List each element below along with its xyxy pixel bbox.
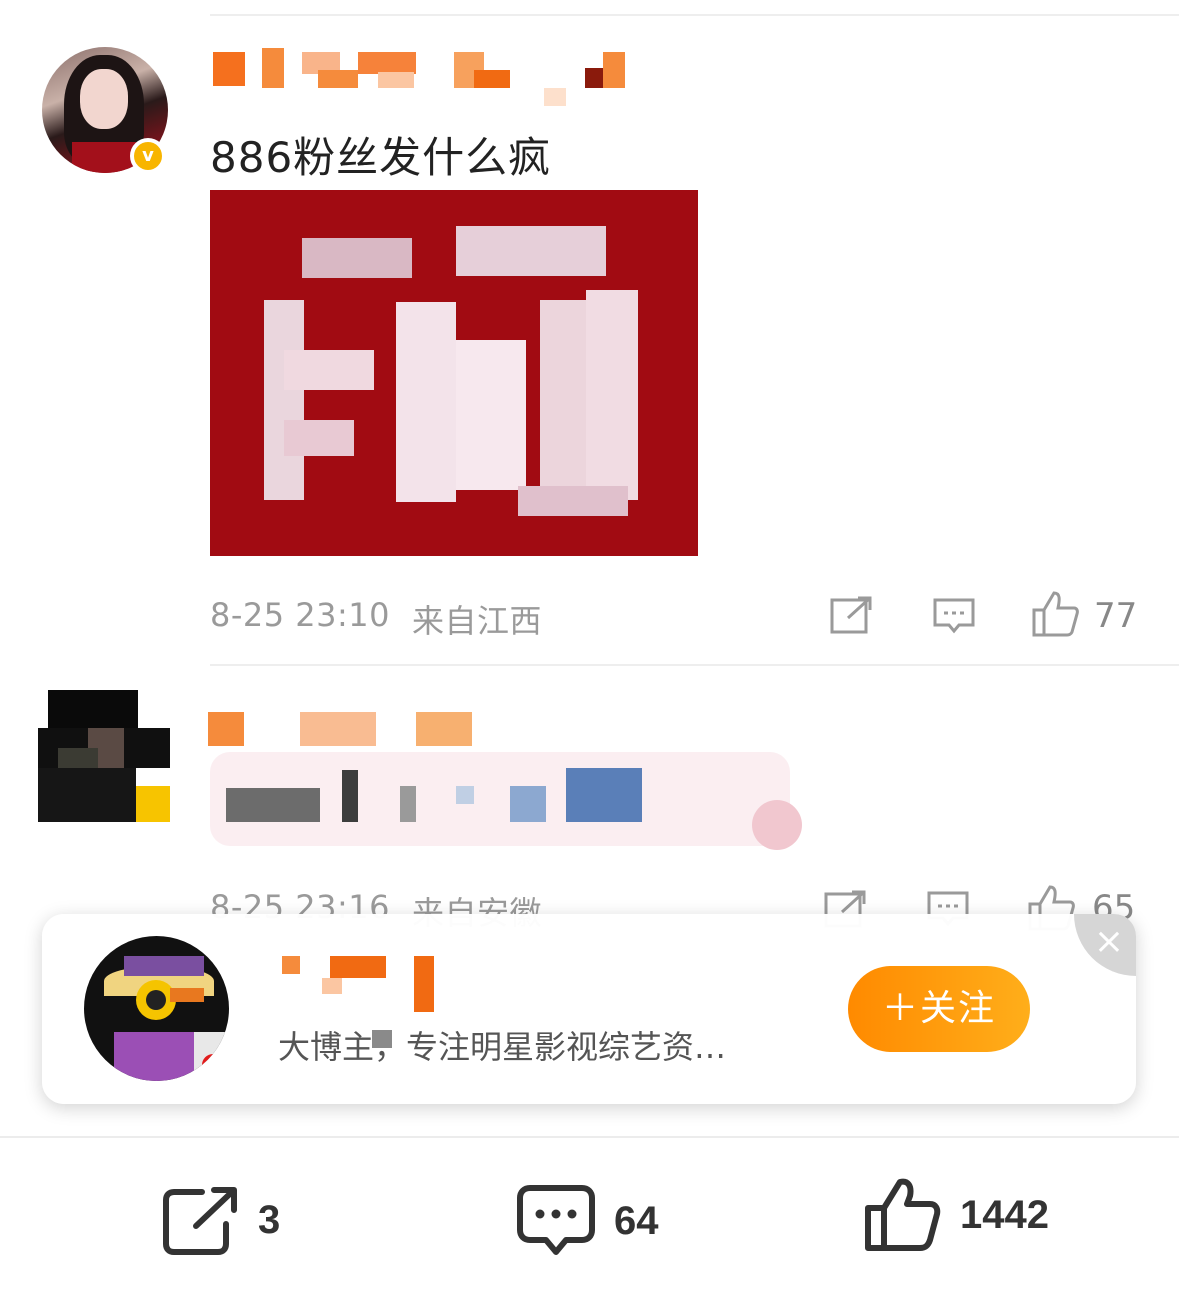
close-button[interactable]: × bbox=[1074, 914, 1136, 976]
repost-button[interactable]: 3 bbox=[162, 1184, 280, 1256]
close-icon: × bbox=[1093, 921, 1124, 962]
like-count: 77 bbox=[1094, 596, 1138, 636]
repost-icon bbox=[163, 1187, 237, 1255]
comment-icon bbox=[517, 1185, 595, 1255]
repost-count: 3 bbox=[258, 1197, 281, 1242]
like-count: 1442 bbox=[960, 1192, 1049, 1237]
verified-badge-icon: v bbox=[130, 138, 166, 174]
follow-button[interactable]: ＋关注 bbox=[848, 966, 1030, 1052]
comment-button[interactable]: 64 bbox=[516, 1184, 659, 1258]
comment-timestamp: 8-25 23:10 bbox=[210, 596, 391, 634]
comment-text: 886粉丝发什么疯 bbox=[210, 133, 552, 182]
like-button[interactable] bbox=[1030, 590, 1080, 638]
bottom-action-bar: 3 64 1442 bbox=[0, 1136, 1179, 1309]
repost-button[interactable] bbox=[830, 596, 874, 636]
avatar[interactable] bbox=[38, 690, 170, 822]
divider-top bbox=[210, 14, 1179, 16]
repost-icon bbox=[830, 596, 872, 634]
comment-location: 来自江西 bbox=[412, 602, 543, 640]
account-description: 大博主，专注明星影视综艺资… bbox=[278, 1028, 727, 1066]
comment-icon bbox=[933, 598, 975, 634]
like-button[interactable]: 1442 bbox=[862, 1176, 1049, 1254]
comment-image[interactable] bbox=[210, 190, 698, 556]
follow-suggestion-card: × 大博主，专注明星影视综艺资… ＋关注 bbox=[42, 914, 1136, 1104]
divider bbox=[210, 664, 1179, 666]
reply-button[interactable] bbox=[932, 597, 976, 635]
comment-count: 64 bbox=[614, 1198, 659, 1243]
like-icon bbox=[865, 1178, 941, 1251]
like-icon bbox=[1032, 591, 1079, 637]
avatar[interactable] bbox=[84, 936, 229, 1081]
